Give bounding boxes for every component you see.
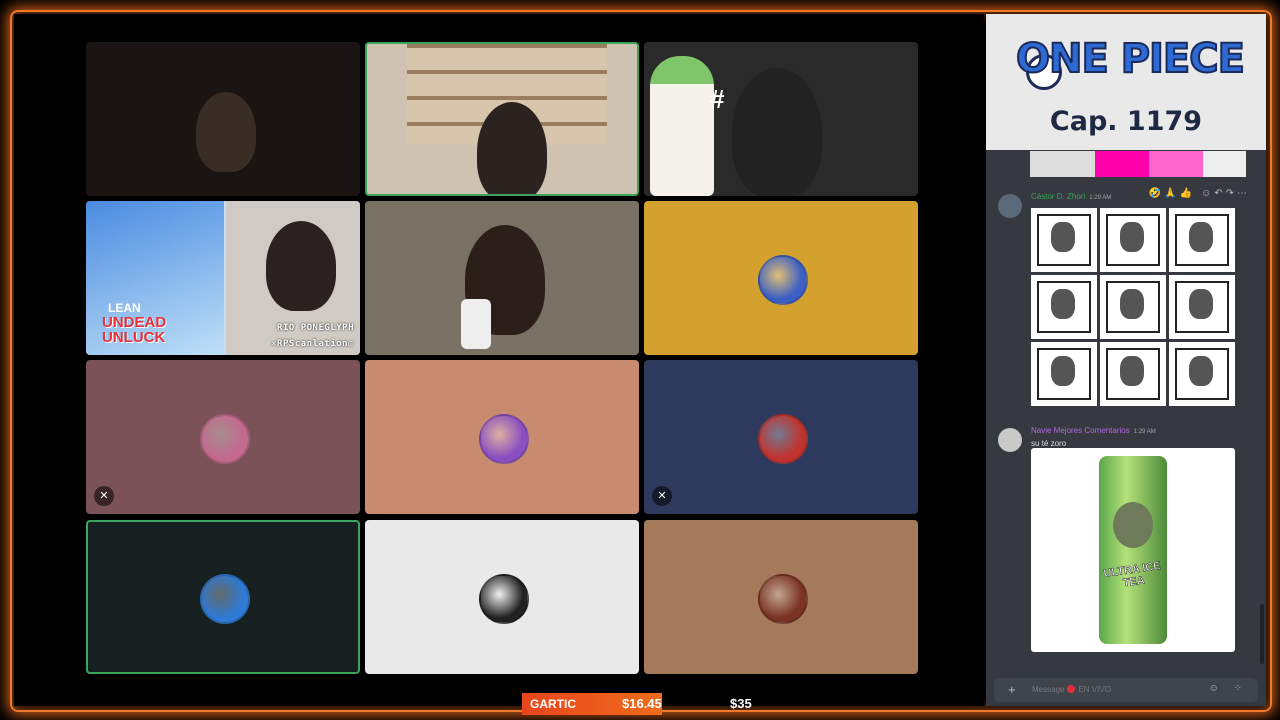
participant-avatar (200, 574, 250, 624)
previous-image-strip (1030, 151, 1246, 177)
participant-video (477, 102, 547, 194)
chat-message-2[interactable]: Navie Mejores Comentarios 1:29 AM su té z… (986, 426, 1266, 658)
ticker-amount-2: $35 (730, 696, 752, 711)
live-dot-icon (1067, 685, 1076, 693)
image-grid[interactable] (1031, 208, 1235, 406)
video-tile-4[interactable]: LEAN UNDEAD UNLUCK RIO PONEGLYPH ✕RPScan… (86, 201, 360, 355)
video-tile-3[interactable]: # (644, 42, 918, 196)
can-label: ULTRA ICE TEA (1102, 560, 1162, 590)
participant-avatar (758, 574, 808, 624)
cover-title-line1: UNDEAD (102, 314, 167, 331)
cover-lean: LEAN (108, 301, 141, 315)
chat-message-1[interactable]: Cástor D. Zhori 1:29 AM 🤣🙏👍 ☺↶↷⋯ (986, 188, 1266, 418)
timestamp: 1:29 AM (1089, 195, 1112, 201)
hashtag-icon: # (710, 84, 725, 114)
username[interactable]: Navie Mejores Comentarios (1031, 426, 1130, 435)
video-tile-11[interactable] (365, 520, 639, 674)
logo-overlay: ONE PIECE Cap. 1179 (986, 14, 1266, 150)
mic-muted-icon: ✕ (652, 486, 672, 506)
video-tile-8[interactable] (365, 360, 639, 514)
video-tile-6[interactable] (644, 201, 918, 355)
ice-tea-can: ULTRA ICE TEA (1099, 456, 1167, 644)
participant-avatar (479, 574, 529, 624)
participant-avatar (758, 414, 808, 464)
manga-panel-image[interactable] (1031, 208, 1097, 272)
video-tile-5[interactable] (365, 201, 639, 355)
message-text: su té zoro (1031, 439, 1067, 448)
message-actions-toolbar[interactable]: 🤣🙏👍 ☺↶↷⋯ (1149, 188, 1250, 199)
manga-panel-image[interactable] (1169, 208, 1235, 272)
participant-avatar (758, 255, 808, 305)
microphone (461, 299, 491, 349)
manga-panel-image[interactable] (1031, 275, 1097, 339)
input-actions[interactable]: ☺ ⁘ (1209, 683, 1248, 694)
chat-panel: ONE PIECE Cap. 1179 Cástor D. Zhori 1:29 … (986, 14, 1266, 706)
manga-panel-image[interactable] (1031, 342, 1097, 406)
add-attachment-icon[interactable]: + (1008, 682, 1016, 697)
video-tile-7[interactable]: ✕ (86, 360, 360, 514)
donation-ticker: GARTIC $16.45 $35 (522, 693, 758, 715)
video-grid: # LEAN UNDEAD UNLUCK RIO PONEGLYPH ✕RPSc… (14, 14, 984, 706)
one-piece-logo: ONE PIECE (1015, 35, 1246, 83)
attached-image[interactable]: ULTRA ICE TEA (1031, 448, 1235, 652)
cover-title: UNDEAD UNLUCK (102, 315, 166, 345)
chapter-label: Cap. 1179 (1049, 106, 1203, 137)
user-avatar[interactable] (998, 194, 1022, 218)
video-tile-10[interactable] (86, 520, 360, 674)
video-tile-9[interactable]: ✕ (644, 360, 918, 514)
participant-avatar (200, 414, 250, 464)
message-header: Navie Mejores Comentarios 1:29 AM (1031, 426, 1156, 435)
message-input[interactable]: + Message EN VIVO ☺ ⁘ (994, 678, 1258, 702)
video-tile-12[interactable] (644, 520, 918, 674)
chat-scrollbar[interactable] (1260, 604, 1264, 664)
manga-panel-image[interactable] (1100, 275, 1166, 339)
participant-avatar (479, 414, 529, 464)
credit-line-1: RIO PONEGLYPH (277, 323, 354, 333)
manga-panel-image[interactable] (1100, 208, 1166, 272)
participant-video (196, 92, 256, 172)
skeleton-figure (650, 56, 714, 196)
credit-line-2: ✕RPScanlation◎ (271, 339, 354, 349)
manga-panel-image[interactable] (1100, 342, 1166, 406)
ticker-amount-1: $16.45 (622, 696, 662, 711)
placeholder-text: Message (1032, 685, 1065, 694)
mic-muted-icon: ✕ (94, 486, 114, 506)
participant-face (266, 221, 336, 311)
character-face (1113, 502, 1153, 548)
cover-title-line2: UNLUCK (102, 329, 166, 346)
user-avatar[interactable] (998, 428, 1022, 452)
message-placeholder: Message EN VIVO (1032, 685, 1111, 694)
manga-panel-image[interactable] (1169, 342, 1235, 406)
manga-panel-image[interactable] (1169, 275, 1235, 339)
username[interactable]: Cástor D. Zhori (1031, 192, 1085, 201)
placeholder-live: EN VIVO (1078, 685, 1111, 694)
video-tile-1[interactable] (86, 42, 360, 196)
participant-video (732, 68, 822, 196)
message-header: Cástor D. Zhori 1:29 AM (1031, 192, 1111, 201)
timestamp: 1:29 AM (1133, 429, 1156, 435)
video-tile-2[interactable] (365, 42, 639, 196)
